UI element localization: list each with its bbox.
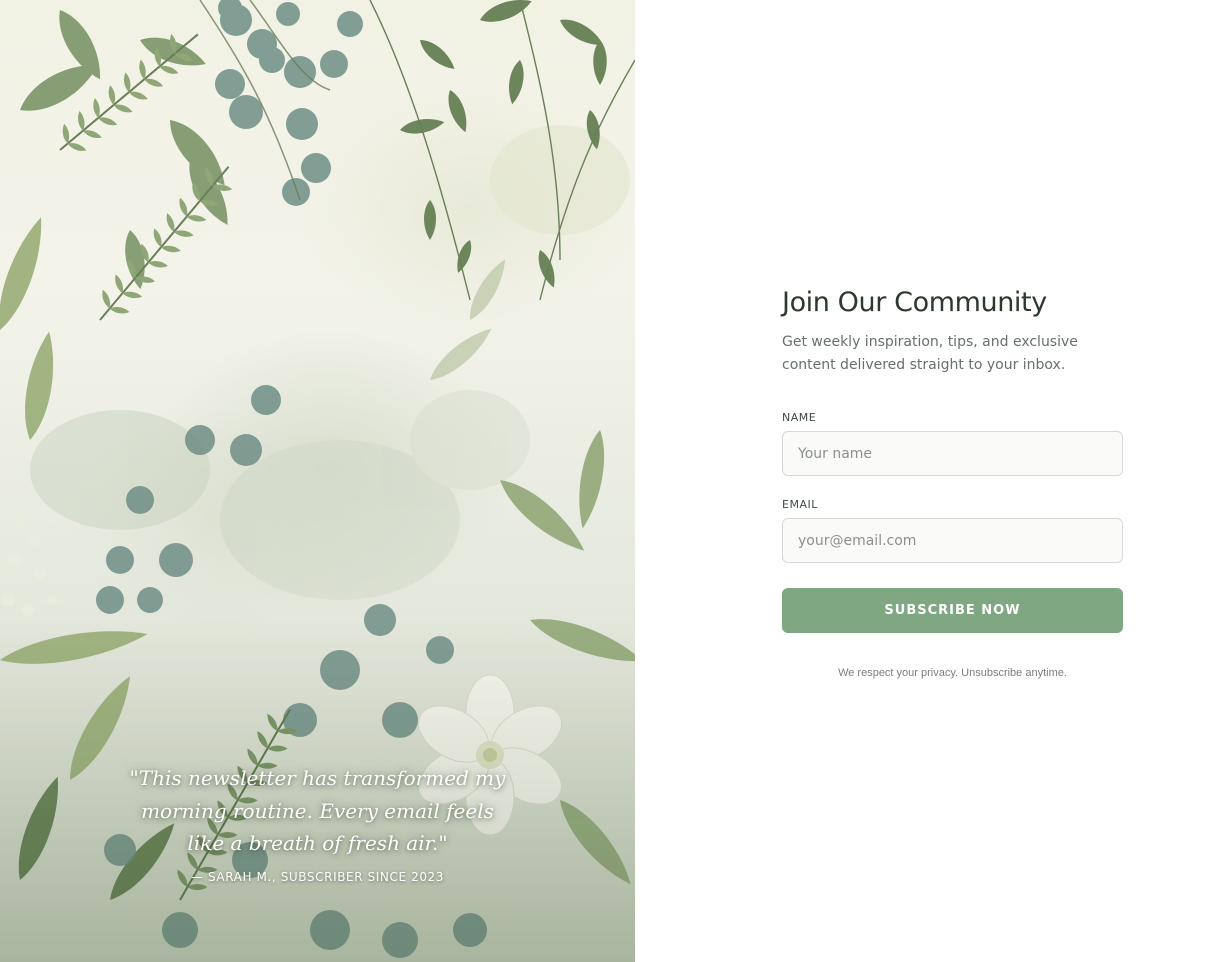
name-label: NAME (782, 411, 817, 424)
subscribe-button[interactable]: SUBSCRIBE NOW (782, 588, 1123, 633)
privacy-note: We respect your privacy. Unsubscribe any… (838, 667, 1067, 679)
signup-form: Join Our Community Get weekly inspiratio… (782, 285, 1123, 679)
form-title: Join Our Community (782, 287, 1047, 318)
email-field-group: EMAIL (782, 498, 1123, 563)
testimonial-author: — SARAH M., SUBSCRIBER SINCE 2023 (190, 869, 445, 884)
testimonial: "This newsletter has transformed my morn… (0, 762, 635, 884)
form-subtitle: Get weekly inspiration, tips, and exclus… (782, 334, 1078, 373)
email-input[interactable] (782, 518, 1123, 563)
name-field-group: NAME (782, 411, 1123, 476)
botanical-image-panel: "This newsletter has transformed my morn… (0, 0, 635, 962)
name-input[interactable] (782, 431, 1123, 476)
testimonial-quote: "This newsletter has transformed my morn… (129, 766, 506, 855)
email-label: EMAIL (782, 498, 818, 511)
